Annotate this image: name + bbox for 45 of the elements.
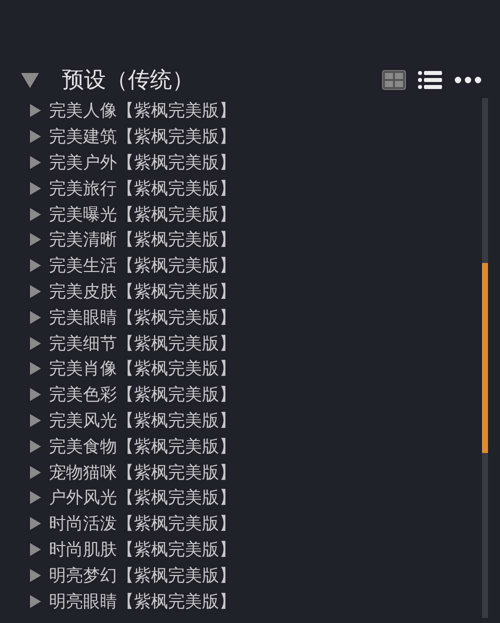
- expand-triangle-icon[interactable]: [30, 414, 41, 427]
- expand-triangle-icon[interactable]: [30, 517, 41, 530]
- expand-triangle-icon[interactable]: [30, 208, 41, 221]
- expand-triangle-icon[interactable]: [30, 542, 41, 556]
- preset-item[interactable]: 完美色彩【紫枫完美版】: [30, 382, 236, 408]
- expand-triangle-icon[interactable]: [30, 568, 41, 582]
- preset-item[interactable]: 完美曝光【紫枫完美版】: [30, 201, 236, 227]
- preset-item[interactable]: 完美皮肤【紫枫完美版】: [30, 278, 236, 304]
- expand-triangle-icon[interactable]: [30, 491, 41, 504]
- preset-item[interactable]: 完美户外【紫枫完美版】: [30, 150, 236, 176]
- expand-triangle-icon[interactable]: [30, 104, 41, 118]
- expand-triangle-icon[interactable]: [30, 259, 41, 272]
- preset-item[interactable]: 完美人像【紫枫完美版】: [30, 98, 236, 124]
- preset-item[interactable]: 完美风光【紫枫完美版】: [30, 408, 236, 434]
- panel-title: 预设（传统）: [62, 67, 194, 95]
- expand-triangle-icon[interactable]: [30, 284, 41, 298]
- preset-item[interactable]: 完美清晰【紫枫完美版】: [30, 226, 236, 253]
- preset-item[interactable]: 完美细节【紫枫完美版】: [30, 330, 236, 356]
- preset-item[interactable]: 完美眼睛【紫枫完美版】: [30, 304, 236, 330]
- expand-triangle-icon[interactable]: [30, 466, 41, 479]
- expand-triangle-icon[interactable]: [30, 440, 41, 453]
- preset-item[interactable]: 时尚肌肤【紫枫完美版】: [30, 536, 236, 562]
- preset-item[interactable]: 完美生活【紫枫完美版】: [30, 252, 236, 279]
- preset-item[interactable]: 完美肖像【紫枫完美版】: [30, 356, 236, 382]
- expand-triangle-icon[interactable]: [30, 594, 41, 608]
- preset-item[interactable]: 完美旅行【紫枫完美版】: [30, 175, 236, 202]
- expand-triangle-icon[interactable]: [30, 388, 41, 402]
- preset-item[interactable]: 完美建筑【紫枫完美版】: [30, 124, 236, 150]
- more-icon[interactable]: [454, 76, 482, 84]
- expand-triangle-icon[interactable]: [30, 156, 41, 169]
- expand-triangle-icon[interactable]: [30, 362, 41, 376]
- preset-item[interactable]: 时尚活泼【紫枫完美版】: [30, 510, 236, 537]
- preset-item[interactable]: 宠物猫咪【紫枫完美版】: [30, 459, 236, 485]
- expand-triangle-icon[interactable]: [30, 310, 41, 324]
- expand-triangle-icon[interactable]: [30, 336, 41, 350]
- preset-item[interactable]: 完美食物【紫枫完美版】: [30, 433, 236, 460]
- preset-item[interactable]: 明亮眼睛【紫枫完美版】: [30, 588, 236, 614]
- list-view-icon[interactable]: [418, 70, 442, 90]
- collapse-triangle-icon[interactable]: [20, 71, 40, 89]
- expand-triangle-icon[interactable]: [30, 182, 41, 195]
- expand-triangle-icon[interactable]: [30, 233, 41, 246]
- scrollbar[interactable]: [482, 98, 488, 618]
- preset-item[interactable]: 明亮梦幻【紫枫完美版】: [30, 562, 236, 588]
- expand-triangle-icon[interactable]: [30, 130, 41, 144]
- preset-item[interactable]: 户外风光【紫枫完美版】: [30, 484, 236, 511]
